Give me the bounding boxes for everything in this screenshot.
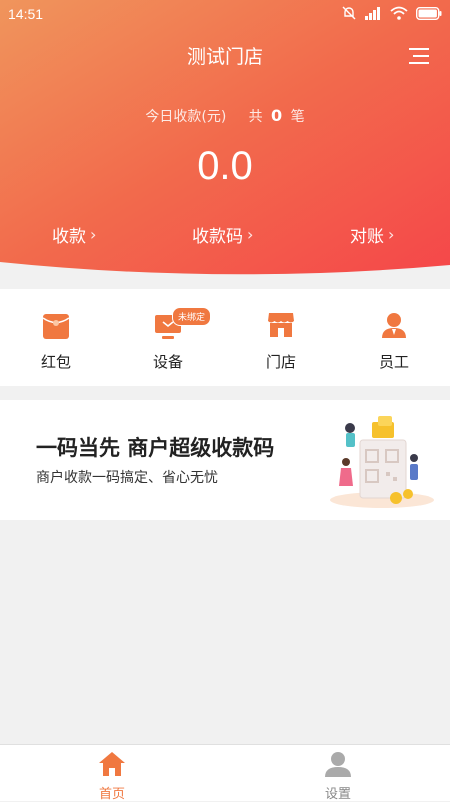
reconciliation-label: 对账 [350,227,384,247]
tab-settings[interactable]: 设置 [278,745,398,802]
qr-code-illustration [330,416,434,508]
tab-bar: 首页 设置 [0,744,450,802]
quick-entries: 红包 未绑定 设备 门店 员工 [0,289,450,386]
menu-icon[interactable] [408,46,430,66]
quick-entry-device[interactable]: 未绑定 设备 [112,289,224,386]
quick-entry-label: 员工 [378,353,409,371]
staff-icon [382,313,406,338]
wifi-icon [390,6,408,20]
banner-title: 一码当先 商户超级收款码 [36,436,275,460]
store-icon [268,313,294,337]
payment-code-button[interactable]: 收款码 › [192,222,253,247]
today-summary: 今日收款(元) 共 0 笔 [0,106,450,126]
page-title: 测试门店 [186,46,263,68]
header-actions: 收款 › 收款码 › 对账 › [0,222,450,248]
status-time: 14:51 [8,6,44,22]
chevron-right-icon: › [90,225,97,244]
promo-banner[interactable]: 一码当先 商户超级收款码 商户收款一码搞定、省心无忧 [0,400,450,520]
chevron-right-icon: › [247,225,254,244]
reconciliation-button[interactable]: 对账 › [350,222,394,247]
payment-code-label: 收款码 [192,227,243,247]
count-prefix: 共 [248,109,263,125]
today-amount: 0.0 [197,144,253,188]
status-bar: 14:51 [0,0,450,30]
quick-entry-label: 红包 [40,353,71,371]
transaction-count: 0 [271,106,283,125]
count-suffix: 笔 [290,109,305,125]
quick-entry-store[interactable]: 门店 [225,289,337,386]
mute-bell-icon [342,6,356,20]
red-packet-icon [42,314,70,339]
collect-payment-button[interactable]: 收款 › [52,222,96,247]
summary-label: 今日收款(元) [145,109,227,125]
person-icon [325,752,351,777]
quick-entry-label: 门店 [265,353,296,371]
signal-icon [365,7,380,20]
chevron-right-icon: › [388,225,395,244]
home-icon [99,752,125,776]
header: 14:51 测试门店 今日收款(元) 共 0 笔 0.0 收款 › 收款码 › … [0,0,450,285]
banner-subtitle: 商户收款一码搞定、省心无忧 [36,470,218,486]
tab-settings-label: 设置 [324,787,351,802]
battery-icon [416,6,442,20]
quick-entry-staff[interactable]: 员工 [338,289,450,386]
unbound-badge: 未绑定 [172,307,212,326]
tab-home-label: 首页 [98,787,125,802]
quick-entry-label: 设备 [152,353,183,371]
tab-home[interactable]: 首页 [52,745,172,802]
quick-entry-red-packet[interactable]: 红包 [0,289,112,386]
collect-payment-label: 收款 [52,227,86,247]
